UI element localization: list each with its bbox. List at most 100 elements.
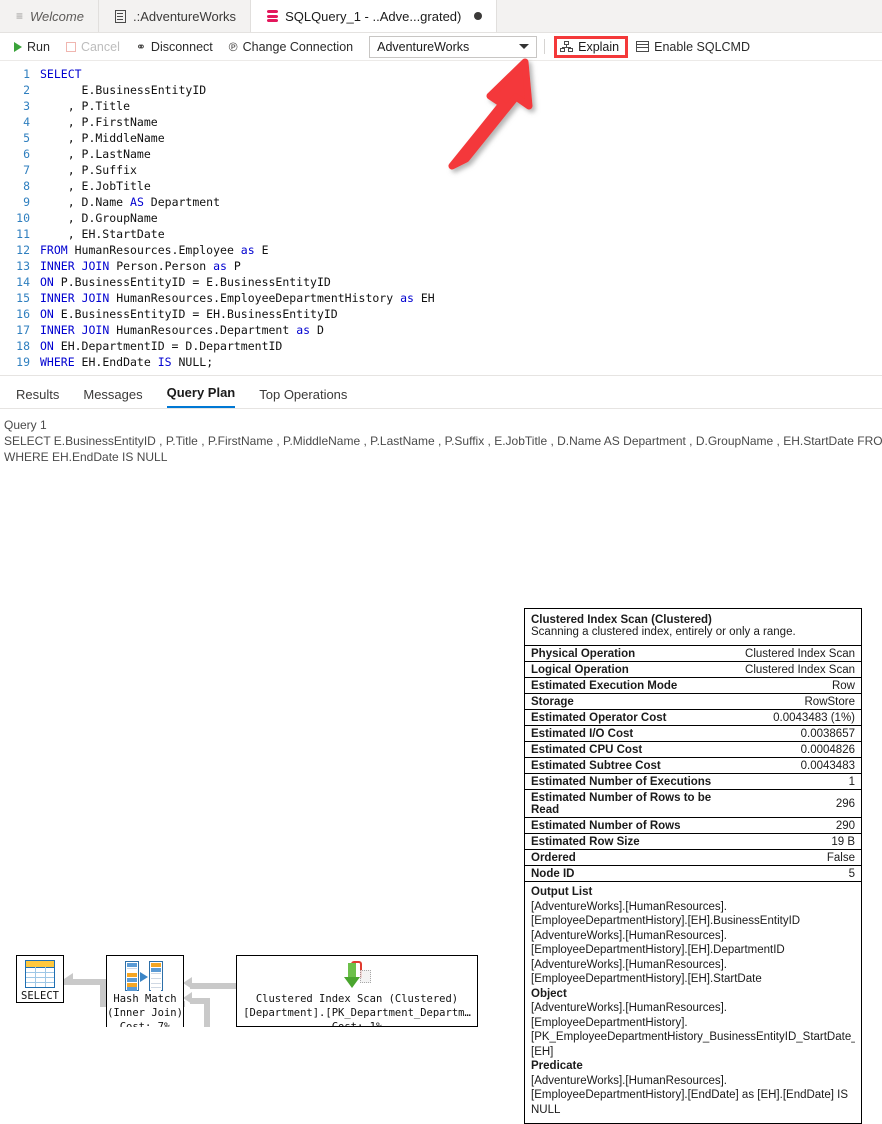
editor-line: 19WHERE EH.EndDate IS NULL;	[0, 354, 882, 370]
line-number: 12	[0, 242, 40, 258]
query-toolbar: Run Cancel ⚭ Disconnect ℗ Change Connect…	[0, 33, 882, 61]
plan-node-hash-match-7[interactable]: Hash Match (Inner Join) Cost: 7%	[106, 955, 184, 1027]
query-plan-header-sql-line1: SELECT E.BusinessEntityID , P.Title , P.…	[4, 433, 878, 449]
tooltip-property-key: Estimated Number of Executions	[525, 774, 739, 790]
clustered-index-scan-icon	[237, 959, 477, 992]
hash-match-icon	[107, 959, 183, 992]
tooltip-property-key: Ordered	[525, 850, 739, 866]
explain-button-label: Explain	[578, 40, 619, 54]
editor-line-text[interactable]: SELECT	[40, 66, 82, 82]
editor-tab-bar: ≡ Welcome .:AdventureWorks SQLQuery_1 - …	[0, 0, 882, 33]
editor-line-text[interactable]: , P.Suffix	[40, 162, 137, 178]
enable-sqlcmd-button[interactable]: Enable SQLCMD	[628, 38, 758, 56]
editor-line-text[interactable]: , P.MiddleName	[40, 130, 165, 146]
tab-welcome[interactable]: ≡ Welcome	[0, 0, 99, 32]
cancel-button-label: Cancel	[81, 40, 120, 54]
editor-line-text[interactable]: , EH.StartDate	[40, 226, 165, 242]
editor-line-text[interactable]: , P.Title	[40, 98, 130, 114]
tooltip-detail-line: [EmployeeDepartmentHistory].[EH].Busines…	[531, 914, 855, 929]
tooltip-property-value: Clustered Index Scan	[739, 662, 861, 678]
tooltip-detail-line: [EH]	[531, 1045, 855, 1060]
tooltip-property-key: Logical Operation	[525, 662, 739, 678]
editor-line-text[interactable]: WHERE EH.EndDate IS NULL;	[40, 354, 213, 370]
plan-node-select[interactable]: SELECT	[16, 955, 64, 1003]
tooltip-property-value: 19 B	[739, 834, 861, 850]
editor-line-text[interactable]: , P.FirstName	[40, 114, 158, 130]
tooltip-property-value: Clustered Index Scan	[739, 646, 861, 662]
change-connection-button[interactable]: ℗ Change Connection	[221, 38, 361, 56]
editor-line-text[interactable]: ON E.BusinessEntityID = EH.BusinessEntit…	[40, 306, 338, 322]
editor-line: 10 , D.GroupName	[0, 210, 882, 226]
tooltip-property-row: Estimated Number of Rows290	[525, 818, 861, 834]
tooltip-property-value: RowStore	[739, 694, 861, 710]
editor-line: 3 , P.Title	[0, 98, 882, 114]
database-icon	[267, 10, 278, 22]
plan-node-cost: Cost: 7%	[107, 1020, 183, 1027]
tooltip-title: Clustered Index Scan (Clustered)	[525, 609, 861, 626]
editor-line: 2 E.BusinessEntityID	[0, 82, 882, 98]
tooltip-detail-line: [AdventureWorks].[HumanResources].	[531, 900, 855, 915]
tooltip-property-key: Estimated Operator Cost	[525, 710, 739, 726]
editor-line-text[interactable]: , P.LastName	[40, 146, 151, 162]
tab-query-plan[interactable]: Query Plan	[167, 385, 236, 408]
plan-node-label: SELECT	[17, 989, 63, 1003]
tab-messages[interactable]: Messages	[83, 387, 142, 408]
tooltip-property-value: 5	[739, 866, 861, 882]
editor-line-text[interactable]: , E.JobTitle	[40, 178, 151, 194]
tooltip-property-key: Estimated Number of Rows	[525, 818, 739, 834]
tooltip-subtitle: Scanning a clustered index, entirely or …	[525, 626, 861, 645]
tooltip-property-row: Estimated I/O Cost0.0038657	[525, 726, 861, 742]
editor-line: 16ON E.BusinessEntityID = EH.BusinessEnt…	[0, 306, 882, 322]
tab-top-operations[interactable]: Top Operations	[259, 387, 347, 408]
editor-line-text[interactable]: E.BusinessEntityID	[40, 82, 206, 98]
run-button[interactable]: Run	[6, 38, 58, 56]
tooltip-detail-heading: Predicate	[531, 1059, 855, 1074]
line-number: 4	[0, 114, 40, 130]
editor-line-text[interactable]: INNER JOIN HumanResources.EmployeeDepart…	[40, 290, 435, 306]
editor-line-text[interactable]: FROM HumanResources.Employee as E	[40, 242, 269, 258]
editor-line-text[interactable]: ON EH.DepartmentID = D.DepartmentID	[40, 338, 282, 354]
tooltip-property-value: 1	[739, 774, 861, 790]
connector	[204, 998, 210, 1027]
sql-editor[interactable]: 1SELECT2 E.BusinessEntityID3 , P.Title4 …	[0, 61, 882, 375]
editor-line-text[interactable]: , D.Name AS Department	[40, 194, 220, 210]
explain-button[interactable]: Explain	[554, 36, 628, 58]
tooltip-property-key: Storage	[525, 694, 739, 710]
plan-node-scan-department[interactable]: Clustered Index Scan (Clustered) [Depart…	[236, 955, 478, 1027]
tab-results[interactable]: Results	[16, 387, 59, 408]
connector	[190, 983, 238, 989]
line-number: 6	[0, 146, 40, 162]
play-icon	[14, 42, 22, 52]
tooltip-property-row: Node ID5	[525, 866, 861, 882]
editor-line: 18ON EH.DepartmentID = D.DepartmentID	[0, 338, 882, 354]
unsaved-indicator-icon[interactable]	[474, 12, 482, 20]
line-number: 8	[0, 178, 40, 194]
tooltip-detail-block: Output List[AdventureWorks].[HumanResour…	[525, 881, 861, 1123]
query-plan-header: Query 1 SELECT E.BusinessEntityID , P.Ti…	[0, 409, 882, 467]
sqlcmd-icon	[636, 41, 649, 52]
cancel-button[interactable]: Cancel	[58, 38, 128, 56]
tooltip-detail-line: NULL	[531, 1103, 855, 1118]
line-number: 17	[0, 322, 40, 338]
tooltip-detail-heading: Output List	[531, 885, 855, 900]
editor-line-text[interactable]: ON P.BusinessEntityID = E.BusinessEntity…	[40, 274, 331, 290]
run-button-label: Run	[27, 40, 50, 54]
editor-line-text[interactable]: INNER JOIN Person.Person as P	[40, 258, 241, 274]
disconnect-button-label: Disconnect	[151, 40, 213, 54]
disconnect-button[interactable]: ⚭ Disconnect	[128, 38, 221, 56]
tooltip-property-key: Estimated CPU Cost	[525, 742, 739, 758]
editor-line-text[interactable]: , D.GroupName	[40, 210, 158, 226]
tooltip-property-key: Estimated Execution Mode	[525, 678, 739, 694]
tooltip-detail-line: [EmployeeDepartmentHistory].[EH].Departm…	[531, 943, 855, 958]
editor-line: 6 , P.LastName	[0, 146, 882, 162]
tooltip-property-row: Logical OperationClustered Index Scan	[525, 662, 861, 678]
plan-node-label: Clustered Index Scan (Clustered)	[237, 992, 477, 1006]
tooltip-property-value: False	[739, 850, 861, 866]
tab-adventureworks[interactable]: .:AdventureWorks	[99, 0, 251, 32]
tab-sqlquery-1[interactable]: SQLQuery_1 - ..Adve...grated)	[251, 0, 497, 32]
database-dropdown[interactable]: AdventureWorks	[369, 36, 537, 58]
tab-adventureworks-label: .:AdventureWorks	[133, 9, 236, 24]
refresh-connection-icon: ℗	[229, 40, 238, 54]
editor-line-text[interactable]: INNER JOIN HumanResources.Department as …	[40, 322, 324, 338]
tooltip-detail-line: [PK_EmployeeDepartmentHistory_BusinessEn…	[531, 1030, 855, 1045]
